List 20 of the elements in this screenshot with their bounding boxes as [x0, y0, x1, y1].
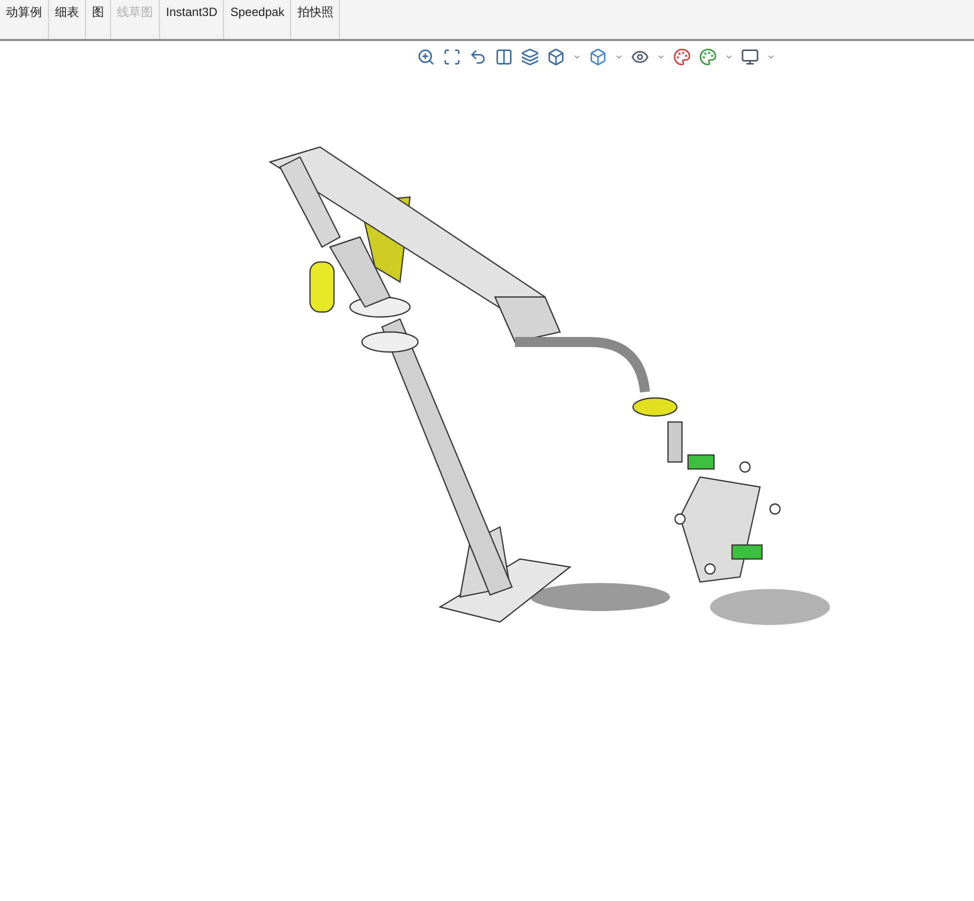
toolbar-button[interactable]: Instant3D [160, 0, 224, 39]
caret-icon[interactable] [615, 53, 623, 61]
previous-view-icon[interactable] [469, 48, 487, 66]
toolbar-button[interactable]: 图 [86, 0, 111, 39]
display-style-icon[interactable] [589, 48, 607, 66]
view-orientation-icon[interactable] [547, 48, 565, 66]
caret-icon[interactable] [573, 53, 581, 61]
hide-show-icon[interactable] [631, 48, 649, 66]
toolbar-button[interactable]: Speedpak [224, 0, 292, 39]
toolbar-button[interactable]: 动算例 [0, 0, 49, 39]
caret-icon[interactable] [767, 53, 775, 61]
zoom-fit-icon[interactable] [417, 48, 435, 66]
zoom-area-icon[interactable] [443, 48, 461, 66]
section-view-icon[interactable] [495, 48, 513, 66]
appearance-icon[interactable] [673, 48, 691, 66]
caret-icon[interactable] [725, 53, 733, 61]
toolbar-button[interactable]: 细表 [49, 0, 86, 39]
caret-icon[interactable] [657, 53, 665, 61]
toolbar-button[interactable]: 拍快照 [291, 0, 340, 39]
monitor-icon[interactable] [741, 48, 759, 66]
